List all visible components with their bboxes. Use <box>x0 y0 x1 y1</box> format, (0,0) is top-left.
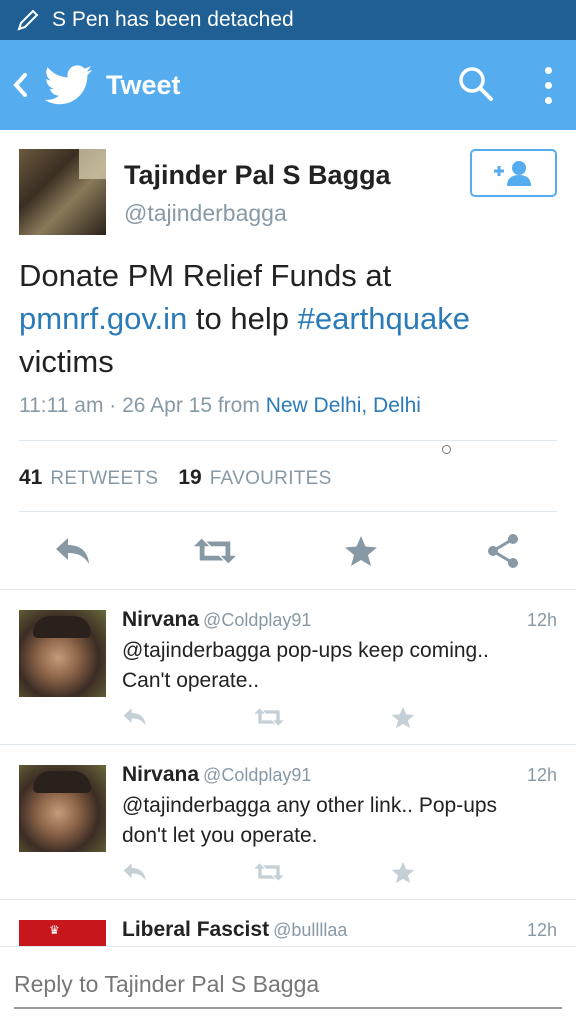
tweet-actions <box>0 530 576 572</box>
reply-icon <box>123 863 146 881</box>
reply-input[interactable] <box>14 961 562 1009</box>
reply-author-name: Nirvana <box>122 608 200 631</box>
tweet-text-segment: to help <box>187 301 298 336</box>
search-icon <box>459 67 493 101</box>
reply-button[interactable] <box>120 704 150 730</box>
retweet-button[interactable] <box>194 530 236 572</box>
tweet-link[interactable]: pmnrf.gov.in <box>19 301 187 336</box>
favourite-label[interactable]: FAVOURITES <box>210 468 332 490</box>
author-handle: @tajinderbagga <box>124 200 287 226</box>
divider <box>19 511 557 512</box>
pen-icon <box>17 9 39 31</box>
star-icon <box>345 536 377 566</box>
status-text: S Pen has been detached <box>52 8 294 31</box>
reply-author-handle: @Coldplay91 <box>203 610 312 630</box>
reply-text: @tajinderbagga pop-ups keep coming.. Can… <box>122 639 489 692</box>
reply-button[interactable] <box>52 530 94 572</box>
retweet-label[interactable]: RETWEETS <box>50 468 158 490</box>
tweet-meta: 11:11 am · 26 Apr 15 from New Delhi, Del… <box>19 394 421 418</box>
tweet-timestamp: 11:11 am · 26 Apr 15 <box>19 394 213 417</box>
reply-tweet[interactable]: ♛ Liberal Fascist @bullllaa 12h <box>0 900 576 946</box>
star-icon <box>391 706 415 728</box>
share-icon <box>488 534 518 568</box>
dot-icon <box>544 66 552 74</box>
tweet-text-segment: Donate PM Relief Funds at <box>19 258 392 293</box>
star-icon <box>391 861 415 883</box>
dot-icon <box>544 96 552 104</box>
retweet-button[interactable] <box>254 859 284 885</box>
chevron-left-icon <box>13 73 27 97</box>
overflow-menu-button[interactable] <box>530 60 566 110</box>
app-bar-title: Tweet <box>106 69 181 100</box>
tweet-text-segment: victims <box>19 344 114 379</box>
share-button[interactable] <box>482 530 524 572</box>
dot-icon <box>544 81 552 89</box>
reply-tweet[interactable]: Nirvana @Coldplay91 12h @tajinderbagga po… <box>0 590 576 745</box>
reply-composer <box>0 946 576 1024</box>
favourite-button[interactable] <box>388 704 418 730</box>
reply-avatar[interactable] <box>19 610 106 697</box>
follow-button[interactable] <box>470 149 557 197</box>
author-name[interactable]: Tajinder Pal S Bagga <box>124 160 391 191</box>
author-avatar[interactable] <box>19 149 106 235</box>
reply-author-handle: @Coldplay91 <box>203 765 312 785</box>
reply-tweet[interactable]: Nirvana @Coldplay91 12h @tajinderbagga an… <box>0 745 576 900</box>
reply-timestamp: 12h <box>526 920 557 940</box>
retweet-count[interactable]: 41 <box>19 466 42 490</box>
status-bar: S Pen has been detached <box>0 0 576 40</box>
tweet-from-label: from <box>212 394 266 417</box>
retweet-icon <box>254 863 284 881</box>
search-button[interactable] <box>456 64 500 108</box>
retweet-icon <box>194 538 236 564</box>
reply-avatar[interactable]: ♛ <box>19 920 106 946</box>
reply-author-handle: @bullllaa <box>273 920 348 940</box>
favourite-count[interactable]: 19 <box>178 466 201 490</box>
reply-author-name: Liberal Fascist <box>122 918 270 941</box>
reply-timestamp: 12h <box>526 765 557 785</box>
reply-author-name: Nirvana <box>122 763 200 786</box>
back-button[interactable] <box>0 40 40 130</box>
reply-icon <box>56 538 89 564</box>
retweet-button[interactable] <box>254 704 284 730</box>
tweet-location[interactable]: New Delhi, Delhi <box>266 394 421 417</box>
favourite-button[interactable] <box>388 859 418 885</box>
divider <box>19 440 557 441</box>
add-user-icon <box>493 161 531 186</box>
app-bar: Tweet <box>0 40 576 130</box>
reply-text: @tajinderbagga any other link.. Pop-ups … <box>122 794 498 847</box>
engagement-counts: 41 RETWEETS 19 FAVOURITES <box>19 466 352 490</box>
reply-icon <box>123 708 146 726</box>
reply-timestamp: 12h <box>526 610 557 630</box>
hashtag-link[interactable]: #earthquake <box>298 301 470 336</box>
reply-button[interactable] <box>120 859 150 885</box>
crown-icon: ♛ <box>49 923 60 937</box>
retweet-icon <box>254 708 284 726</box>
favourite-button[interactable] <box>340 530 382 572</box>
reply-avatar[interactable] <box>19 765 106 852</box>
tweet-text: Donate PM Relief Funds at pmnrf.gov.in t… <box>19 254 559 383</box>
twitter-bird-icon <box>44 65 92 105</box>
small-circle-indicator <box>442 445 451 454</box>
